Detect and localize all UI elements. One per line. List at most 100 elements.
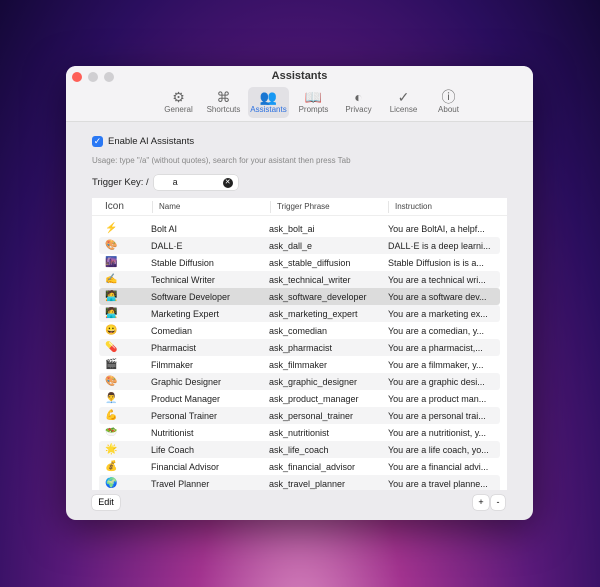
table-row[interactable]: 🌟 Life Coach ask_life_coach You are a life …: [99, 441, 500, 458]
about-icon: ⓘ: [441, 89, 456, 105]
tab-label: Assistants: [250, 105, 287, 114]
assistant-icon: 🧑‍💻: [105, 291, 118, 302]
assistant-icon: ✍️: [105, 274, 118, 285]
assistant-icon: 🎨: [105, 240, 118, 251]
table-row[interactable]: 👨‍💼 Product Manager ask_product_manager You…: [99, 390, 500, 407]
trigger-phrase: ask_nutritionist: [269, 427, 330, 438]
assistant-icon: 💰: [105, 461, 118, 472]
table-row[interactable]: 🥗 Nutritionist ask_nutritionist You are a n…: [99, 424, 500, 441]
assistant-icon: 🌆: [105, 257, 118, 268]
instruction: You are a travel planne...: [388, 478, 488, 489]
trigger-phrase: ask_life_coach: [269, 444, 329, 455]
assistant-name: Nutritionist: [151, 427, 194, 438]
trigger-phrase: ask_travel_planner: [269, 478, 346, 489]
trigger-phrase: ask_dall_e: [269, 240, 313, 251]
table-row[interactable]: 🌆 Stable Diffusion ask_stable_diffusion Sta…: [99, 254, 500, 271]
table-row[interactable]: 🎨 Graphic Designer ask_graphic_designer You…: [99, 373, 500, 390]
assistant-name: Personal Trainer: [151, 410, 218, 421]
trigger-phrase: ask_marketing_expert: [269, 308, 358, 319]
column-header-trigger[interactable]: Trigger Phrase: [270, 200, 388, 213]
usage-hint: Usage: type "/a" (without quotes), searc…: [92, 156, 351, 165]
assistant-name: Product Manager: [151, 393, 221, 404]
column-header-instruction[interactable]: Instruction: [388, 200, 507, 213]
assistant-icon: 🌍: [105, 478, 118, 489]
tab-label: License: [389, 105, 418, 114]
table-row[interactable]: 😀 Comedian ask_comedian You are a comedian,…: [99, 322, 500, 339]
toolbar: Assistants ⚙ General ⌘ Shortcuts 👥 Assistants…: [66, 66, 533, 122]
instruction: You are a comedian, y...: [388, 325, 485, 336]
tab-about[interactable]: ⓘ About: [428, 87, 469, 118]
instruction: You are a financial advi...: [388, 461, 489, 472]
column-header-name[interactable]: Name: [152, 200, 270, 213]
instruction: Stable Diffusion is is a...: [388, 257, 484, 268]
instruction: DALL·E is a deep learni...: [388, 240, 491, 251]
trigger-key-input[interactable]: a ✕: [153, 175, 238, 190]
trigger-phrase: ask_bolt_ai: [269, 223, 315, 234]
assistants-table: Icon Name Trigger Phrase Instruction ⚡ Bo…: [92, 198, 507, 490]
table-row[interactable]: 💰 Financial Advisor ask_financial_advisor Y…: [99, 458, 500, 475]
prompts-icon: 📖: [304, 89, 323, 105]
assistant-icon: 🥗: [105, 427, 118, 438]
assistant-icon: 🎨: [105, 376, 118, 387]
assistant-icon: 👩‍💻: [105, 308, 118, 319]
assistant-name: Life Coach: [151, 444, 195, 455]
trigger-phrase: ask_pharmacist: [269, 342, 333, 353]
column-header-icon[interactable]: Icon: [92, 201, 152, 213]
remove-button[interactable]: -: [491, 495, 505, 510]
trigger-phrase: ask_graphic_designer: [269, 376, 358, 387]
instruction: You are a nutritionist, y...: [388, 427, 487, 438]
assistant-name: Comedian: [151, 325, 193, 336]
assistant-name: Marketing Expert: [151, 308, 220, 319]
enable-assistants-checkbox[interactable]: ✓ Enable AI Assistants: [92, 136, 507, 147]
trigger-phrase: ask_personal_trainer: [269, 410, 354, 421]
trigger-phrase: ask_filmmaker: [269, 359, 328, 370]
trigger-phrase: ask_financial_advisor: [269, 461, 356, 472]
clear-icon[interactable]: ✕: [222, 177, 233, 188]
table-row[interactable]: 🧑‍💻 Software Developer ask_software_develo…: [99, 288, 500, 305]
table-row[interactable]: 💪 Personal Trainer ask_personal_trainer You…: [99, 407, 500, 424]
trigger-key-value: a: [172, 177, 178, 187]
tab-assistants[interactable]: 👥 Assistants: [248, 87, 289, 118]
instruction: You are a life coach, yo...: [388, 444, 489, 455]
table-row[interactable]: 🎨 DALL·E ask_dall_e DALL·E is a deep learni…: [99, 237, 500, 254]
instruction: You are BoltAI, a helpf...: [388, 223, 485, 234]
tab-label: Prompts: [298, 105, 329, 114]
assistant-name: Technical Writer: [151, 274, 215, 285]
assistant-icon: 🎬: [105, 359, 118, 370]
trigger-phrase: ask_product_manager: [269, 393, 359, 404]
instruction: You are a software dev...: [388, 291, 487, 302]
assistant-name: Filmmaker: [151, 359, 193, 370]
tab-label: Shortcuts: [206, 105, 241, 114]
table-row[interactable]: ✍️ Technical Writer ask_technical_writer Yo…: [99, 271, 500, 288]
trigger-phrase: ask_stable_diffusion: [269, 257, 351, 268]
table-row[interactable]: 💊 Pharmacist ask_pharmacist You are a pharm…: [99, 339, 500, 356]
table-row[interactable]: 👩‍💻 Marketing Expert ask_marketing_expert Y…: [99, 305, 500, 322]
assistant-name: Financial Advisor: [151, 461, 220, 472]
instruction: You are a filmmaker, y...: [388, 359, 484, 370]
table-row[interactable]: 🎬 Filmmaker ask_filmmaker You are a filmmak…: [99, 356, 500, 373]
shortcuts-icon: ⌘: [216, 89, 231, 105]
license-icon: ✓: [397, 89, 410, 105]
tab-general[interactable]: ⚙ General: [158, 87, 199, 118]
table-row[interactable]: ⚡ Bolt AI ask_bolt_ai You are BoltAI, a hel…: [99, 220, 500, 237]
assistant-icon: ⚡: [105, 223, 118, 234]
assistants-icon: 👥: [259, 89, 278, 105]
assistant-icon: 🌟: [105, 444, 118, 455]
tab-label: Privacy: [345, 105, 372, 114]
assistant-icon: 💪: [105, 410, 118, 421]
tab-privacy[interactable]: ◐ Privacy: [338, 87, 379, 118]
table-row[interactable]: 🌍 Travel Planner ask_travel_planner You are…: [99, 475, 500, 490]
tab-shortcuts[interactable]: ⌘ Shortcuts: [203, 87, 244, 118]
add-button[interactable]: +: [473, 495, 489, 510]
checkmark-icon: ✓: [92, 136, 103, 147]
edit-button[interactable]: Edit: [92, 495, 120, 510]
assistant-name: Bolt AI: [151, 223, 178, 234]
privacy-icon: ◐: [354, 89, 363, 105]
assistant-name: Graphic Designer: [151, 376, 222, 387]
assistants-window: Assistants ⚙ General ⌘ Shortcuts 👥 Assistants…: [66, 66, 533, 520]
tab-license[interactable]: ✓ License: [383, 87, 424, 118]
tab-prompts[interactable]: 📖 Prompts: [293, 87, 334, 118]
tab-label: About: [438, 105, 459, 114]
assistant-icon: 😀: [105, 325, 118, 336]
assistant-name: Travel Planner: [151, 478, 210, 489]
